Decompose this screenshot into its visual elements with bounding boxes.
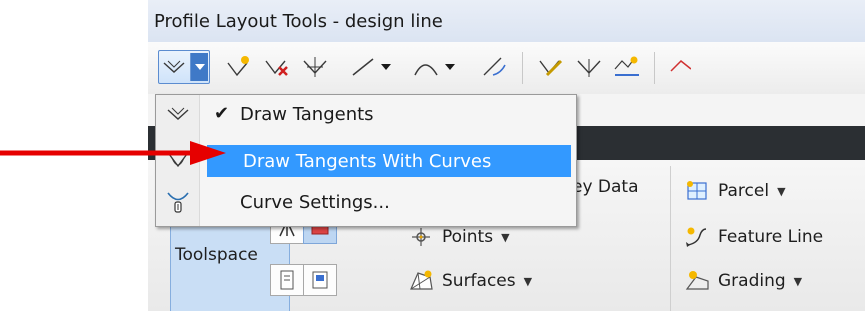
chevron-down-icon: ▼ bbox=[523, 274, 533, 288]
panorama-icon[interactable] bbox=[303, 264, 337, 296]
surfaces-label: Surfaces bbox=[442, 271, 516, 291]
draw-tangents-icon[interactable] bbox=[159, 51, 189, 83]
insert-pvis-tabular-icon[interactable] bbox=[534, 52, 568, 82]
free-curve-icon[interactable] bbox=[478, 52, 512, 82]
parcel-button[interactable]: Parcel ▼ bbox=[682, 174, 786, 208]
ribbon-separator bbox=[670, 166, 671, 311]
parcel-icon bbox=[682, 177, 712, 205]
survey-data-label[interactable]: ey Data bbox=[572, 177, 639, 197]
toolspace-label: Toolspace bbox=[175, 245, 258, 265]
window-title: Profile Layout Tools - design line bbox=[154, 11, 443, 32]
toolbar-separator bbox=[522, 52, 523, 84]
properties-icon[interactable] bbox=[270, 264, 304, 296]
profile-grid-view-icon[interactable] bbox=[664, 52, 694, 82]
check-icon: ✔ bbox=[214, 103, 230, 124]
points-label: Points bbox=[442, 227, 494, 247]
fixed-line-icon[interactable] bbox=[348, 52, 396, 82]
raise-lower-pvis-icon[interactable] bbox=[572, 52, 606, 82]
curve-icon[interactable] bbox=[410, 52, 460, 82]
menu-item-draw-tangents[interactable]: ✔ Draw Tangents bbox=[156, 97, 576, 131]
feature-line-label: Feature Line bbox=[718, 227, 824, 247]
menu-item-label: Curve Settings... bbox=[240, 192, 390, 213]
curve-settings-icon bbox=[164, 188, 192, 216]
menu-item-label: Draw Tangents With Curves bbox=[243, 151, 492, 172]
chevron-down-icon: ▼ bbox=[501, 230, 510, 244]
surfaces-button[interactable]: Surfaces ▼ bbox=[406, 264, 532, 298]
parcel-label: Parcel bbox=[718, 181, 770, 201]
move-pvi-icon[interactable] bbox=[298, 52, 332, 82]
chevron-down-icon: ▼ bbox=[777, 184, 786, 198]
insert-pvi-icon[interactable] bbox=[222, 52, 256, 82]
chevron-down-icon[interactable] bbox=[190, 53, 208, 81]
copy-profile-icon[interactable] bbox=[610, 52, 644, 82]
surfaces-icon bbox=[406, 267, 436, 295]
grading-label: Grading bbox=[718, 271, 786, 291]
draw-tangents-icon bbox=[164, 100, 192, 128]
feature-line-button[interactable]: Feature Line bbox=[682, 220, 823, 254]
grading-icon bbox=[682, 267, 712, 295]
feature-line-icon bbox=[682, 223, 712, 251]
menu-item-label: Draw Tangents bbox=[240, 104, 374, 125]
draw-tangents-split-button[interactable] bbox=[158, 50, 210, 84]
red-arrow-annotation bbox=[0, 141, 226, 165]
title-bar: Profile Layout Tools - design line bbox=[148, 0, 865, 42]
menu-item-curve-settings[interactable]: Curve Settings... bbox=[156, 185, 576, 219]
profile-layout-toolbar bbox=[148, 42, 865, 95]
points-icon bbox=[406, 223, 436, 251]
toolbar-separator bbox=[654, 52, 655, 84]
grading-button[interactable]: Grading ▼ bbox=[682, 264, 802, 298]
chevron-down-icon: ▼ bbox=[793, 274, 803, 288]
delete-pvi-icon[interactable] bbox=[260, 52, 294, 82]
